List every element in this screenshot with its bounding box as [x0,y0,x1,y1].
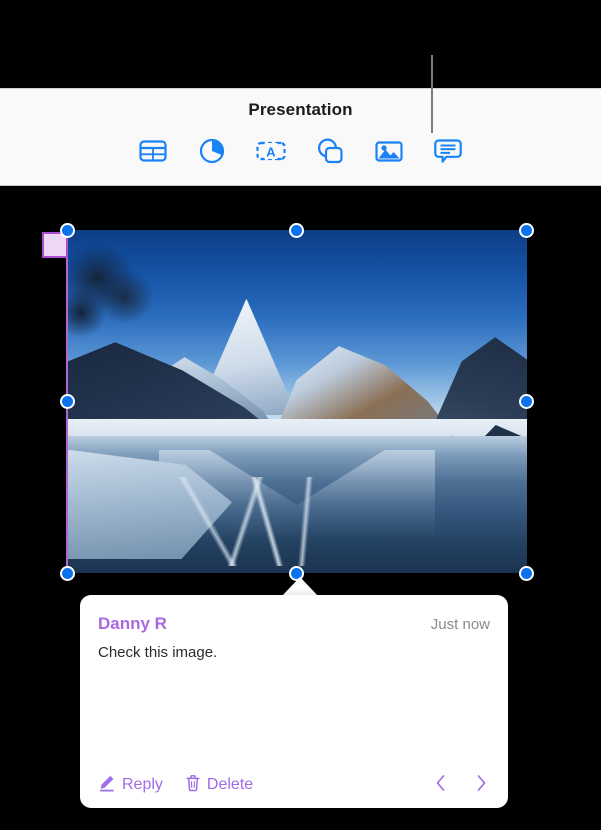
chart-icon [198,137,226,170]
shape-button[interactable] [314,137,346,169]
resize-handle-top-left[interactable] [60,223,75,238]
comment-author: Danny R [98,614,167,633]
image-tree [67,236,205,395]
comment-text: Check this image. [98,644,218,661]
reply-button[interactable]: Reply [98,774,163,797]
trash-icon [185,774,201,797]
table-icon [138,138,168,169]
comment-button[interactable] [432,137,464,169]
resize-handle-middle-left[interactable] [60,394,75,409]
delete-button[interactable]: Delete [185,774,253,797]
resize-handle-top-center[interactable] [289,223,304,238]
comment-icon [433,137,463,170]
callout-leader-line [431,55,433,133]
text-box-button[interactable]: A [255,137,287,169]
comment-popover[interactable]: Danny R Just now Check this image. Reply [80,595,508,808]
chevron-right-icon [474,773,488,798]
text-box-icon: A [255,138,287,169]
comment-popover-tail [281,577,319,597]
chart-button[interactable] [196,137,228,169]
page-title: Presentation [248,100,353,119]
pencil-icon [98,774,116,797]
table-button[interactable] [137,137,169,169]
presentation-toolbar: Presentation A [0,88,601,186]
resize-handle-bottom-left[interactable] [60,566,75,581]
comment-header: Danny R Just now [98,614,490,634]
delete-label: Delete [206,776,254,793]
selected-image[interactable] [67,230,527,573]
image-reeds [177,476,362,567]
reply-label: Reply [122,776,163,793]
comment-actions: Reply Delete [80,762,508,808]
media-icon [374,138,404,169]
previous-comment-button[interactable] [432,774,450,796]
resize-handle-bottom-right[interactable] [519,566,534,581]
chevron-left-icon [434,773,448,798]
resize-handle-middle-right[interactable] [519,394,534,409]
comment-navigation [432,774,490,796]
svg-text:A: A [266,144,276,159]
shape-icon [315,137,345,170]
comment-timestamp: Just now [430,616,490,633]
resize-handle-top-right[interactable] [519,223,534,238]
media-button[interactable] [373,137,405,169]
toolbar-button-group: A [0,137,601,169]
next-comment-button[interactable] [472,774,490,796]
